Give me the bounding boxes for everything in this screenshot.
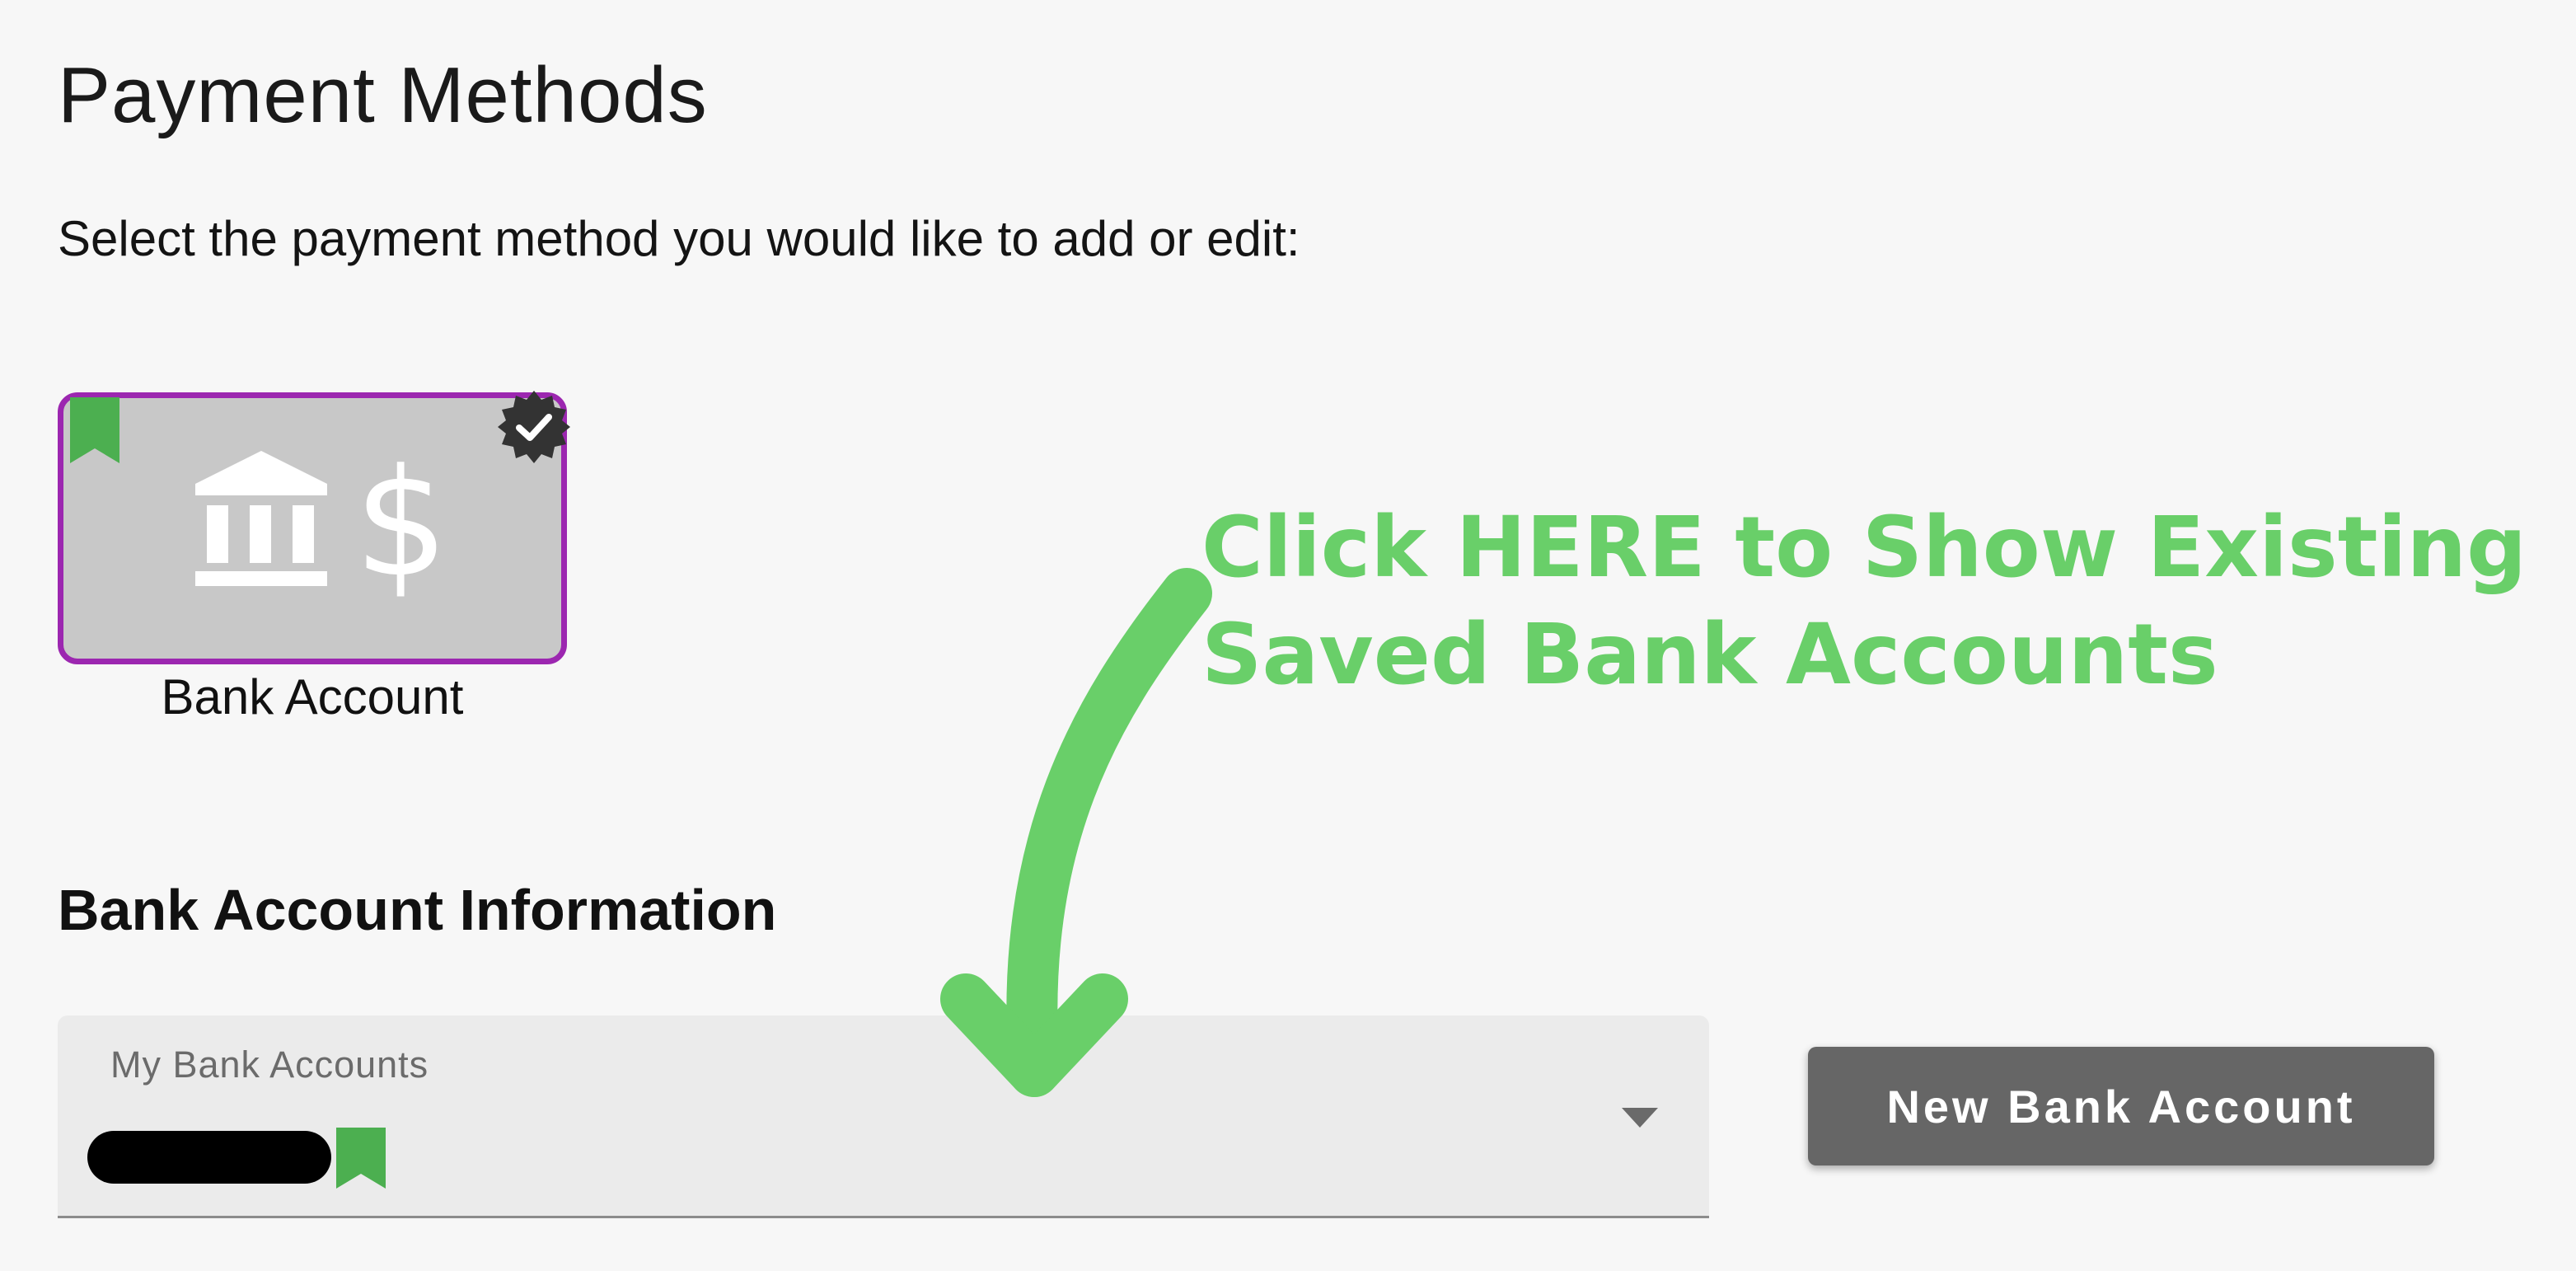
bookmark-icon [70, 397, 119, 463]
bank-account-information-heading: Bank Account Information [58, 878, 777, 942]
instructions-text: Select the payment method you would like… [58, 211, 1300, 266]
annotation-line-2: Saved Bank Accounts [1201, 606, 2218, 704]
page-title: Payment Methods [58, 51, 708, 139]
bank-account-method-card[interactable]: $ [58, 392, 567, 664]
new-bank-account-button[interactable]: New Bank Account [1808, 1047, 2434, 1165]
select-label: My Bank Accounts [110, 1044, 429, 1086]
bank-dollar-icon: $ [195, 451, 449, 599]
my-bank-accounts-select[interactable]: My Bank Accounts [58, 1015, 1709, 1218]
bank-account-label: Bank Account [161, 669, 464, 725]
bookmark-icon [336, 1128, 386, 1189]
redacted-account-value [87, 1131, 331, 1184]
svg-text:$: $ [354, 451, 449, 599]
annotation-callout: Click HERE to Show Existing Saved Bank A… [1201, 495, 2553, 709]
verified-check-icon [498, 391, 570, 463]
annotation-line-1: Click HERE to Show Existing [1201, 499, 2527, 597]
dropdown-arrow-icon[interactable] [1622, 1108, 1658, 1128]
